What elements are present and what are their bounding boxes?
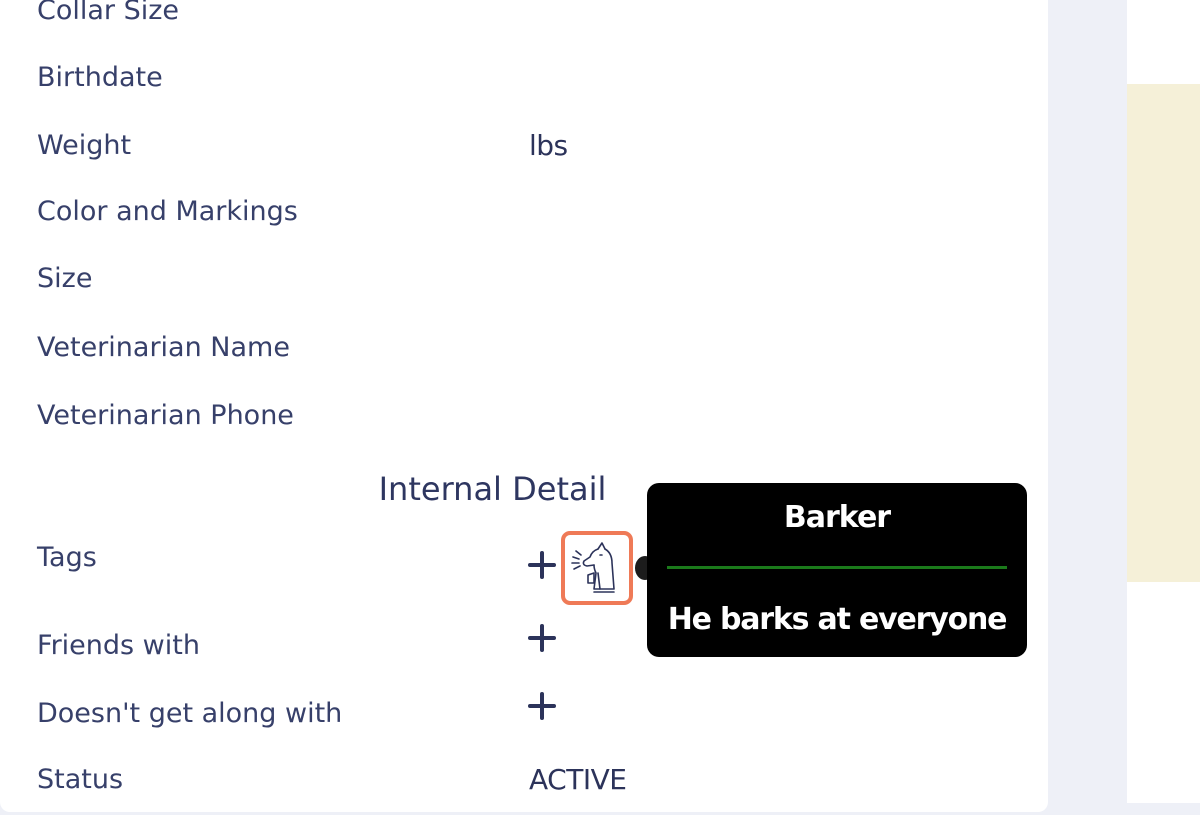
right-card: [1127, 0, 1200, 803]
not-along-with-label: Doesn't get along with: [37, 698, 343, 729]
field-label-collar-size: Collar Size: [37, 0, 180, 26]
status-label: Status: [37, 764, 124, 795]
tooltip-body: He barks at everyone: [667, 602, 1008, 637]
add-not-along-button[interactable]: [528, 691, 558, 721]
status-value: ACTIVE: [529, 763, 627, 796]
field-label-birthdate: Birthdate: [37, 62, 163, 93]
add-tag-button[interactable]: [528, 550, 558, 580]
tag-barker[interactable]: [561, 531, 633, 605]
tooltip-title: Barker: [783, 500, 891, 535]
field-label-vet-phone: Veterinarian Phone: [37, 400, 294, 431]
tags-label: Tags: [37, 542, 97, 573]
field-label-vet-name: Veterinarian Name: [37, 332, 290, 363]
friends-with-label: Friends with: [37, 630, 200, 661]
field-label-color-markings: Color and Markings: [37, 196, 298, 227]
weight-unit: lbs: [529, 129, 568, 162]
tag-tooltip: Barker He barks at everyone: [647, 483, 1027, 657]
field-label-weight: Weight: [37, 130, 132, 161]
right-card-highlight: [1127, 84, 1200, 582]
add-friend-button[interactable]: [528, 623, 558, 653]
tooltip-divider: [667, 566, 1007, 569]
barking-dog-icon: [571, 542, 615, 593]
pet-detail-panel: Collar Size Birthdate Weight lbs Color a…: [0, 0, 1048, 812]
field-label-size: Size: [37, 263, 93, 294]
